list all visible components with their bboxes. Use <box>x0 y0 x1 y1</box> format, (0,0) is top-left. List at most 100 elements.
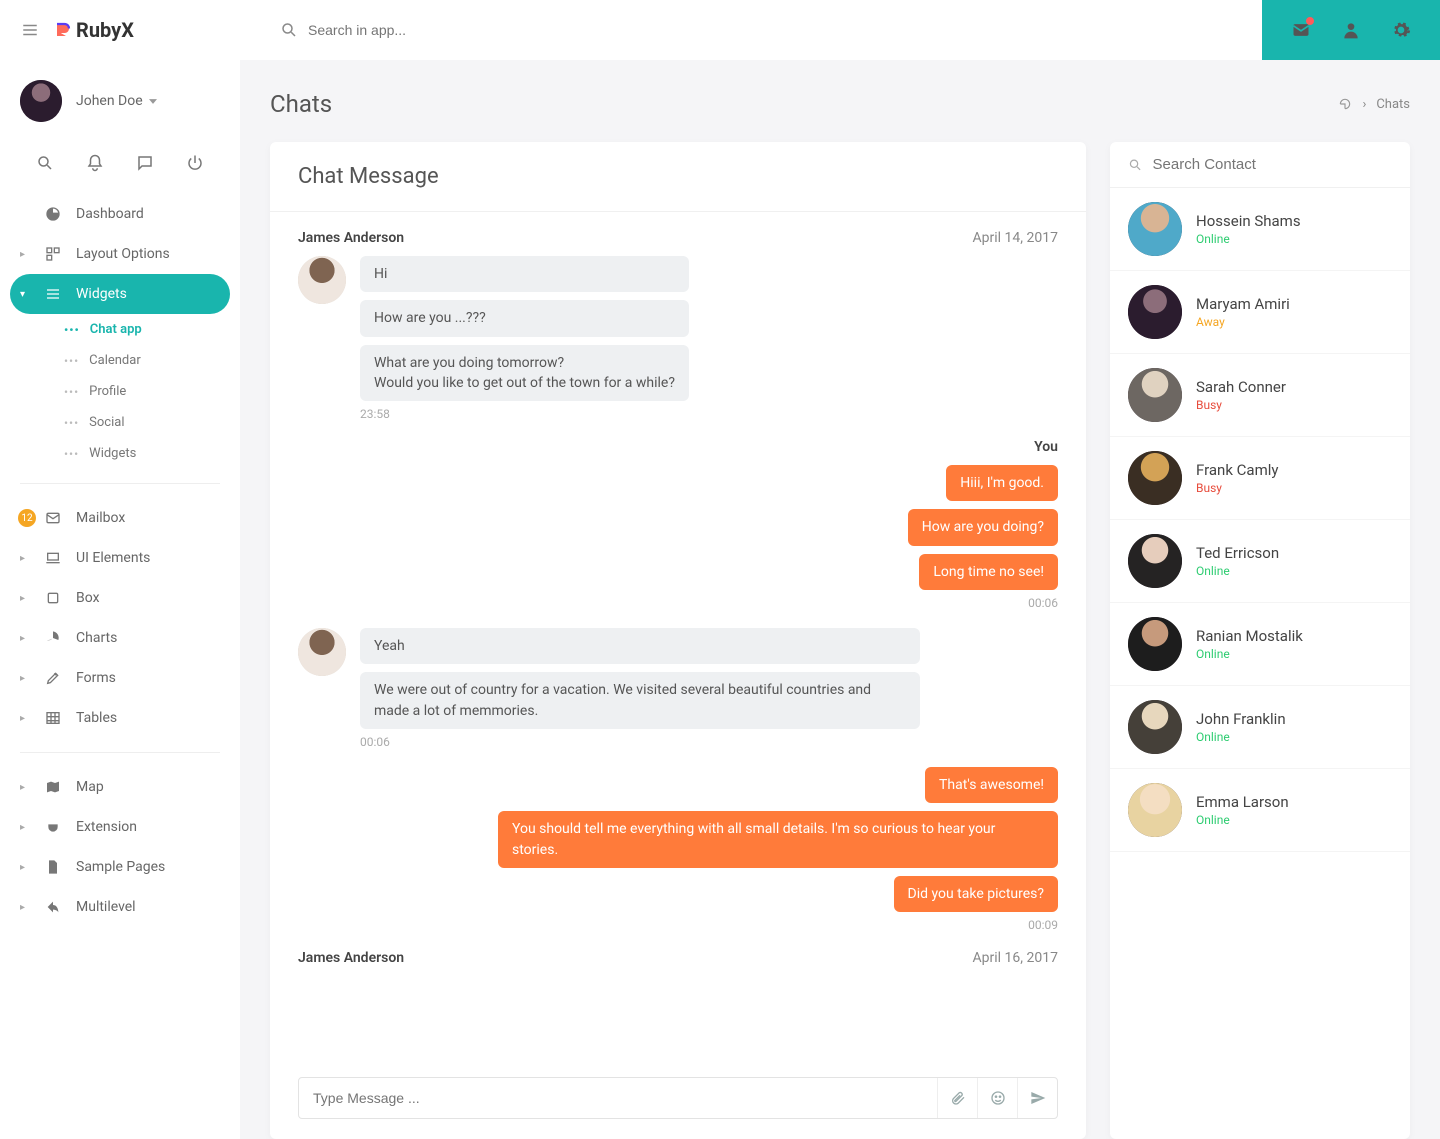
contact-name: Ranian Mostalik <box>1196 627 1303 645</box>
contact-name: Sarah Conner <box>1196 378 1286 396</box>
nav-forms[interactable]: ▸ Forms <box>10 658 230 698</box>
message-bubble: That's awesome! <box>925 767 1058 803</box>
nav-charts[interactable]: ▸ Charts <box>10 618 230 658</box>
topbar-mail-icon[interactable] <box>1290 19 1312 41</box>
contact-info: John FranklinOnline <box>1196 710 1286 744</box>
quick-chat-icon[interactable] <box>134 152 156 174</box>
contact-status: Online <box>1196 813 1289 827</box>
contact-name: Hossein Shams <box>1196 212 1301 230</box>
breadcrumb: › Chats <box>1338 97 1410 112</box>
nav-sub-social[interactable]: •••Social <box>52 407 230 438</box>
global-search-input[interactable] <box>308 22 608 38</box>
sidebar: RubyX Johen Doe Dashboard ▸ Lay <box>0 0 240 1139</box>
nav-extension[interactable]: ▸ Extension <box>10 807 230 847</box>
message-time: 00:06 <box>298 596 1058 610</box>
contact-info: Hossein ShamsOnline <box>1196 212 1301 246</box>
nav-ui[interactable]: ▸ UI Elements <box>10 538 230 578</box>
nav-box-label: Box <box>76 590 100 606</box>
nav-dashboard[interactable]: Dashboard <box>10 194 230 234</box>
topbar-user-icon[interactable] <box>1340 19 1362 41</box>
message-time: 00:09 <box>298 918 1058 932</box>
nav-mailbox[interactable]: 12 Mailbox <box>10 498 230 538</box>
quick-bell-icon[interactable] <box>84 152 106 174</box>
breadcrumb-home-icon[interactable] <box>1338 97 1352 111</box>
notification-dot <box>1306 17 1314 25</box>
nav-box[interactable]: ▸ Box <box>10 578 230 618</box>
nav-tables[interactable]: ▸ Tables <box>10 698 230 738</box>
breadcrumb-separator-icon: › <box>1362 97 1366 112</box>
brand-name: RubyX <box>76 18 134 42</box>
message-row: YeahWe were out of country for a vacatio… <box>298 628 1058 729</box>
message-date: April 16, 2017 <box>973 950 1058 966</box>
attach-icon[interactable] <box>937 1078 977 1118</box>
contact-item[interactable]: Sarah ConnerBusy <box>1110 354 1410 437</box>
quick-power-icon[interactable] <box>184 152 206 174</box>
contact-item[interactable]: Ranian MostalikOnline <box>1110 603 1410 686</box>
message-bubble: Did you take pictures? <box>894 876 1058 912</box>
contact-name: Ted Erricson <box>1196 544 1279 562</box>
message-bubble: What are you doing tomorrow? Would you l… <box>360 345 689 402</box>
ellipsis-icon: ••• <box>64 323 80 337</box>
laptop-icon <box>44 550 62 566</box>
compose-input[interactable] <box>299 1078 937 1118</box>
nav-map[interactable]: ▸ Map <box>10 767 230 807</box>
contact-avatar <box>1128 783 1182 837</box>
contact-info: Sarah ConnerBusy <box>1196 378 1286 412</box>
message-group-header: James Anderson April 16, 2017 <box>298 950 1058 966</box>
nav-multilevel[interactable]: ▸ Multilevel <box>10 887 230 927</box>
contact-item[interactable]: John FranklinOnline <box>1110 686 1410 769</box>
map-icon <box>44 779 62 795</box>
send-icon[interactable] <box>1017 1078 1057 1118</box>
user-name-dropdown[interactable]: Johen Doe <box>76 93 157 109</box>
nav-sub-widgets[interactable]: •••Widgets <box>52 438 230 469</box>
contact-name: Emma Larson <box>1196 793 1289 811</box>
contact-avatar <box>1128 202 1182 256</box>
nav-divider <box>20 483 220 484</box>
contact-item[interactable]: Ted ErricsonOnline <box>1110 520 1410 603</box>
quick-search-icon[interactable] <box>34 152 56 174</box>
breadcrumb-current: Chats <box>1376 97 1410 112</box>
message-group-header: You <box>298 439 1058 455</box>
contact-item[interactable]: Maryam AmiriAway <box>1110 271 1410 354</box>
topbar-gear-icon[interactable] <box>1390 19 1412 41</box>
message-avatar <box>298 256 346 304</box>
page-title: Chats <box>270 90 332 118</box>
menu-toggle-icon[interactable] <box>18 18 42 42</box>
message-row: That's awesome!You should tell me everyt… <box>298 767 1058 912</box>
chat-panel: Chat Message James AndersonApril 14, 201… <box>270 142 1086 1139</box>
brand-logo[interactable]: RubyX <box>54 18 134 42</box>
user-block[interactable]: Johen Doe <box>0 60 240 142</box>
contact-avatar <box>1128 451 1182 505</box>
app-root: RubyX Johen Doe Dashboard ▸ Lay <box>0 0 1440 1139</box>
nav-widgets[interactable]: ▾ Widgets <box>10 274 230 314</box>
contact-item[interactable]: Frank CamlyBusy <box>1110 437 1410 520</box>
contacts-search-input[interactable] <box>1153 156 1392 173</box>
message-group: James Anderson April 16, 2017 <box>298 950 1058 966</box>
messages-scroll[interactable]: James AndersonApril 14, 2017HiHow are yo… <box>270 212 1086 1061</box>
nav-sub-calendar[interactable]: •••Calendar <box>52 345 230 376</box>
contacts-search[interactable] <box>1110 142 1410 188</box>
message-sender: James Anderson <box>298 950 404 966</box>
nav-sub-chat[interactable]: •••Chat app <box>52 314 230 345</box>
nav-sample[interactable]: ▸ Sample Pages <box>10 847 230 887</box>
message-avatar <box>298 628 346 676</box>
message-group: That's awesome!You should tell me everyt… <box>298 767 1058 932</box>
emoji-icon[interactable] <box>977 1078 1017 1118</box>
content-body: Chat Message James AndersonApril 14, 201… <box>270 142 1410 1139</box>
chevron-down-icon: ▾ <box>20 289 25 300</box>
bubble-stack: That's awesome!You should tell me everyt… <box>498 767 1058 912</box>
plug-icon <box>44 819 62 835</box>
nav-sub-profile[interactable]: •••Profile <box>52 376 230 407</box>
nav-layout[interactable]: ▸ Layout Options <box>10 234 230 274</box>
contact-item[interactable]: Hossein ShamsOnline <box>1110 188 1410 271</box>
charts-icon <box>44 630 62 646</box>
global-search[interactable] <box>240 21 1250 39</box>
contact-list[interactable]: Hossein ShamsOnlineMaryam AmiriAwaySarah… <box>1110 188 1410 1139</box>
nav-multilevel-label: Multilevel <box>76 899 136 915</box>
nav-forms-label: Forms <box>76 670 116 686</box>
message-group: James AndersonApril 14, 2017HiHow are yo… <box>298 230 1058 421</box>
message-date: April 14, 2017 <box>973 230 1058 246</box>
contact-item[interactable]: Emma Larson Online <box>1110 769 1410 852</box>
contact-avatar <box>1128 700 1182 754</box>
message-bubble: Long time no see! <box>919 554 1058 590</box>
